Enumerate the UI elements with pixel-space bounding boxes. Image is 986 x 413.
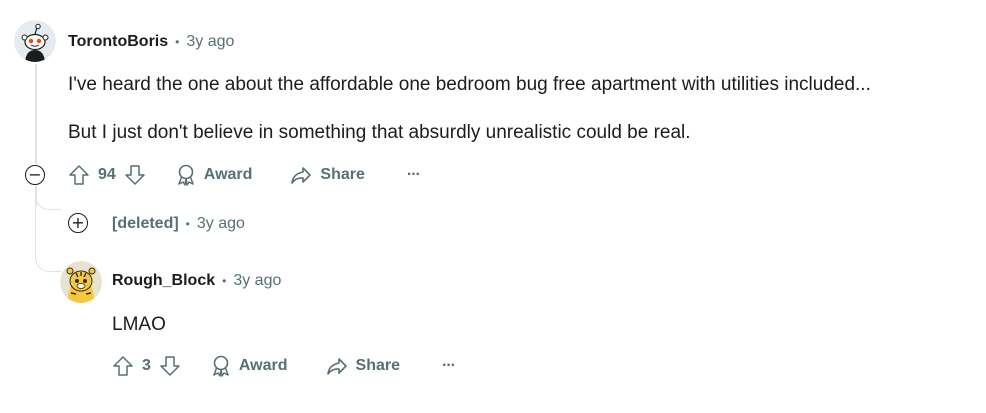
expand-button[interactable]: + bbox=[68, 213, 88, 233]
more-options-button[interactable]: ··· bbox=[406, 166, 421, 184]
share-button[interactable]: Share bbox=[326, 355, 400, 377]
share-label: Share bbox=[320, 166, 365, 183]
avatar[interactable] bbox=[14, 20, 56, 62]
author-name[interactable]: Rough_Block bbox=[112, 272, 215, 290]
comment-actions: 94 Award Share ··· bbox=[68, 160, 421, 190]
share-label: Share bbox=[355, 357, 400, 374]
share-button[interactable]: Share bbox=[290, 164, 365, 186]
award-button[interactable]: Award bbox=[176, 164, 253, 186]
expand-icon: + bbox=[71, 213, 85, 232]
timestamp[interactable]: 3y ago bbox=[197, 215, 245, 233]
award-icon bbox=[178, 164, 194, 186]
award-label: Award bbox=[238, 357, 288, 374]
comment-meta: Rough_Block • 3y ago bbox=[112, 271, 281, 291]
downvote-icon bbox=[125, 165, 145, 185]
author-name[interactable]: TorontoBoris bbox=[68, 33, 168, 51]
comment-meta: TorontoBoris • 3y ago bbox=[68, 32, 234, 52]
thread-line-main[interactable] bbox=[35, 64, 37, 164]
comment-actions: 3 Award Share ··· bbox=[112, 351, 456, 381]
meta-separator: • bbox=[175, 35, 180, 49]
snoo-avatar-icon bbox=[14, 20, 56, 62]
vote-score: 3 bbox=[142, 357, 151, 374]
collapse-button[interactable]: − bbox=[25, 165, 45, 185]
upvote-icon bbox=[69, 165, 89, 185]
tiger-avatar-icon bbox=[60, 261, 102, 303]
more-icon: ··· bbox=[441, 357, 456, 374]
vote-score: 94 bbox=[98, 166, 116, 183]
share-icon bbox=[326, 358, 347, 375]
author-name: [deleted] bbox=[112, 215, 179, 232]
avatar[interactable] bbox=[60, 261, 102, 303]
downvote-button[interactable] bbox=[159, 355, 181, 377]
comment-meta: [deleted] • 3y ago bbox=[112, 214, 245, 234]
upvote-button[interactable] bbox=[112, 355, 134, 377]
comment-body-line-1: I've heard the one about the affordable … bbox=[68, 74, 871, 95]
award-button[interactable]: Award bbox=[211, 355, 288, 377]
share-icon bbox=[291, 167, 312, 184]
thread-connector-2 bbox=[35, 206, 61, 272]
collapse-icon: − bbox=[28, 165, 42, 184]
upvote-button[interactable] bbox=[68, 164, 90, 186]
award-icon bbox=[213, 355, 229, 377]
comment-body: LMAO bbox=[112, 314, 166, 335]
downvote-button[interactable] bbox=[124, 164, 146, 186]
timestamp[interactable]: 3y ago bbox=[186, 33, 234, 51]
more-icon: ··· bbox=[406, 166, 421, 183]
meta-separator: • bbox=[185, 217, 190, 231]
more-options-button[interactable]: ··· bbox=[441, 357, 456, 375]
upvote-icon bbox=[113, 356, 133, 376]
downvote-icon bbox=[160, 356, 180, 376]
timestamp[interactable]: 3y ago bbox=[233, 272, 281, 290]
meta-separator: • bbox=[222, 274, 227, 288]
award-label: Award bbox=[203, 166, 253, 183]
comment-body-line-2: But I just don't believe in something th… bbox=[68, 122, 691, 143]
